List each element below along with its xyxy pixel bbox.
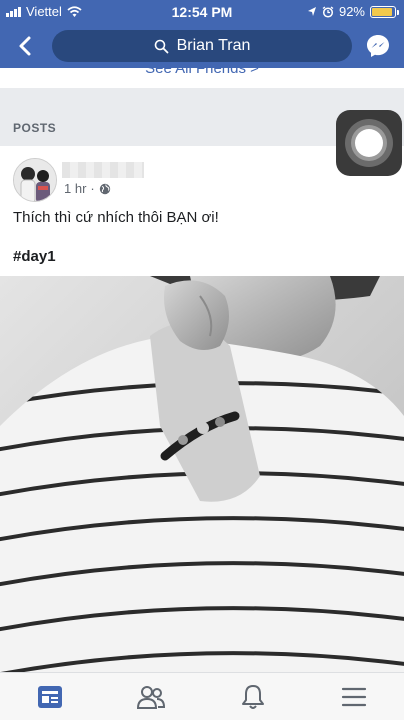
post-time[interactable]: 1 hr (64, 181, 86, 196)
tab-friends[interactable] (135, 681, 167, 713)
author-name-redacted[interactable] (62, 162, 144, 178)
notifications-icon (242, 685, 264, 709)
status-bar: Viettel 12:54 PM 92% (0, 0, 404, 24)
tab-menu[interactable] (338, 681, 370, 713)
tab-news-feed[interactable] (34, 681, 66, 713)
post-photo[interactable] (0, 276, 404, 672)
search-icon (154, 39, 168, 53)
search-input[interactable]: Brian Tran (52, 30, 352, 62)
battery-icon (370, 5, 399, 18)
menu-icon (341, 687, 367, 707)
post-meta: 1 hr · (64, 181, 111, 196)
avatar[interactable] (13, 158, 57, 202)
post-text: Thích thì cứ nhích thôi BẠN ơi! (13, 209, 219, 226)
messenger-icon[interactable] (364, 32, 392, 60)
meta-separator: · (90, 181, 95, 196)
globe-icon (99, 183, 110, 194)
bottom-tab-bar (0, 672, 404, 720)
nav-bar: Brian Tran (0, 24, 404, 68)
assistive-touch-button[interactable] (336, 110, 402, 176)
news-feed-icon (38, 686, 62, 708)
alarm-icon (322, 5, 334, 18)
back-icon[interactable] (12, 32, 40, 60)
location-icon (307, 7, 316, 16)
battery-percent: 92% (338, 4, 365, 19)
see-all-friends-label: See All Friends > (145, 68, 259, 77)
search-text: Brian Tran (176, 37, 251, 54)
tab-notifications[interactable] (237, 681, 269, 713)
friends-icon (136, 686, 166, 709)
post-hashtag[interactable]: #day1 (13, 248, 56, 265)
see-all-friends-link[interactable]: See All Friends > (0, 68, 404, 88)
